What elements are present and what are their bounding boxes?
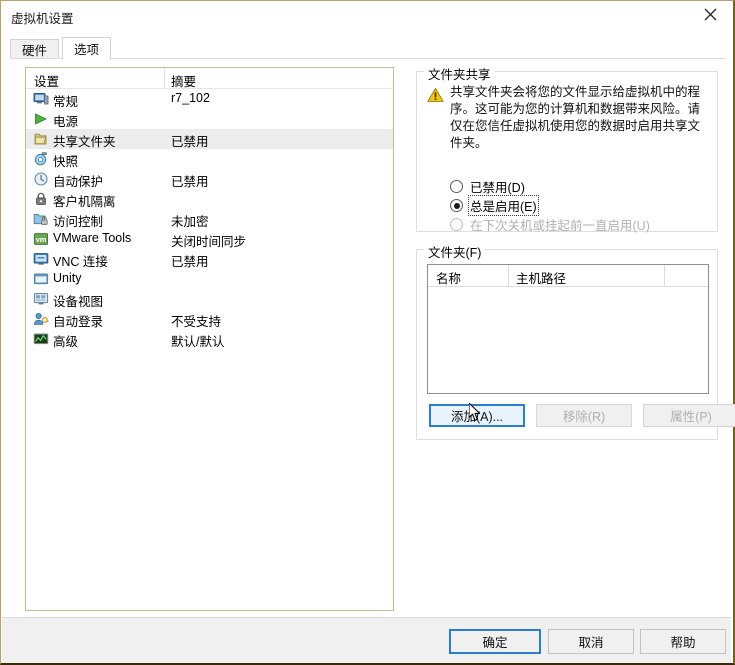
ok-button[interactable]: 确定: [449, 629, 541, 654]
folder-sharing-group-title: 文件夹共享: [424, 64, 495, 83]
settings-row-shared-folders[interactable]: 共享文件夹 已禁用: [26, 129, 393, 149]
add-folder-button-label: 添加(A)...: [450, 410, 504, 424]
close-icon[interactable]: [689, 1, 731, 28]
help-button[interactable]: 帮助: [640, 629, 726, 654]
settings-row-label: 常规: [53, 95, 79, 109]
options-tab-page: 设置 摘要 常规 r7_102 电源 共享文件夹 已禁用 快照 自动保护 已禁用…: [10, 58, 735, 616]
settings-row-label: 高级: [53, 335, 79, 349]
settings-row-autologin[interactable]: 自动登录 不受支持: [26, 309, 393, 329]
column-header-summary: 摘要: [171, 75, 197, 89]
tab-strip: 硬件 选项: [10, 37, 726, 60]
lock-icon: [33, 191, 49, 207]
folder-sharing-warning-text: 共享文件夹会将您的文件显示给虚拟机中的程序。这可能为您的计算机和数据带来风险。请…: [450, 85, 701, 150]
remove-folder-button: 移除(R): [536, 404, 632, 427]
folders-column-name[interactable]: 名称: [436, 268, 461, 287]
folder-sharing-group: 文件夹共享 共享文件夹会将您的文件显示给虚拟机中的程序。这可能为您的计算机和数据…: [416, 64, 718, 234]
radio-sharing-until-shutdown-label: 在下次关机或挂起前一直启用(U): [470, 219, 650, 233]
radio-sharing-disabled-label: 已禁用(D): [470, 181, 525, 195]
column-divider[interactable]: [508, 265, 509, 286]
power-play-icon: [33, 111, 49, 127]
settings-row-summary: 默认/默认: [171, 335, 225, 349]
settings-row-label: 电源: [53, 115, 79, 129]
warning-icon: [427, 87, 444, 103]
options-detail-panel: 文件夹共享 共享文件夹会将您的文件显示给虚拟机中的程序。这可能为您的计算机和数据…: [408, 59, 735, 616]
settings-row-summary: 已禁用: [171, 135, 209, 149]
tab-options[interactable]: 选项: [62, 37, 112, 60]
column-divider: [164, 68, 165, 88]
tab-hardware-label: 硬件: [22, 44, 48, 58]
tab-hardware[interactable]: 硬件: [10, 39, 60, 59]
device-view-icon: [33, 291, 49, 307]
folder-properties-button: 属性(P): [643, 404, 735, 427]
monitor-icon: [33, 91, 49, 107]
window-title: 虚拟机设置: [11, 12, 74, 26]
vnc-icon: [33, 251, 49, 267]
settings-row-snapshot[interactable]: 快照: [26, 149, 393, 169]
ok-button-label: 确定: [482, 636, 508, 650]
settings-row-label: 自动登录: [53, 315, 104, 329]
radio-sharing-always-enabled-label: 总是启用(E): [468, 195, 539, 216]
settings-row-vmware-tools[interactable]: vm VMware Tools 关闭时间同步: [26, 229, 393, 249]
settings-row-summary: r7_102: [171, 91, 210, 105]
settings-row-power[interactable]: 电源: [26, 109, 393, 129]
autologin-icon: [33, 311, 49, 327]
title-bar: 虚拟机设置: [1, 1, 733, 30]
settings-row-unity[interactable]: Unity: [26, 269, 393, 289]
radio-sharing-disabled[interactable]: 已禁用(D): [450, 177, 526, 196]
advanced-icon: [33, 331, 49, 347]
settings-row-device-view[interactable]: 设备视图: [26, 289, 393, 309]
vmware-tools-icon: vm: [33, 231, 49, 247]
settings-row-label: VNC 连接: [53, 255, 108, 269]
radio-sharing-until-shutdown: 在下次关机或挂起前一直启用(U): [450, 215, 651, 234]
column-header-setting: 设置: [34, 75, 60, 89]
settings-row-general[interactable]: 常规 r7_102: [26, 89, 393, 109]
add-folder-button[interactable]: 添加(A)...: [429, 404, 525, 427]
folders-listbox-header: 名称 主机路径: [428, 265, 708, 287]
cancel-button[interactable]: 取消: [548, 629, 634, 654]
settings-row-summary: 不受支持: [171, 315, 222, 329]
tab-options-label: 选项: [74, 43, 100, 57]
settings-row-label: 设备视图: [53, 295, 104, 309]
settings-row-label: 共享文件夹: [53, 135, 116, 149]
settings-row-label: Unity: [53, 271, 82, 285]
folders-column-host-path[interactable]: 主机路径: [516, 268, 566, 287]
folders-group-title: 文件夹(F): [424, 242, 486, 261]
radio-mark: [450, 218, 463, 231]
settings-row-label: VMware Tools: [53, 231, 132, 245]
settings-row-label: 客户机隔离: [53, 195, 116, 209]
settings-row-advanced[interactable]: 高级 默认/默认: [26, 329, 393, 349]
folders-listbox[interactable]: 名称 主机路径: [427, 264, 709, 394]
radio-sharing-always-enabled[interactable]: 总是启用(E): [450, 195, 539, 216]
folders-group: 文件夹(F) 名称 主机路径 添加(A)... 移除(R) 属性(P): [416, 242, 735, 440]
settings-row-vnc[interactable]: VNC 连接 已禁用: [26, 249, 393, 269]
remove-folder-button-label: 移除(R): [562, 410, 606, 424]
vm-settings-dialog: 虚拟机设置 硬件 选项 设置 摘要 常规 r7_102 电源 共享文件夹 已禁用…: [0, 0, 735, 665]
shared-folder-icon: [33, 131, 49, 147]
settings-row-label: 快照: [53, 155, 79, 169]
settings-row-label: 访问控制: [53, 215, 104, 229]
unity-icon: [33, 271, 49, 287]
settings-row-summary: 关闭时间同步: [171, 235, 247, 249]
help-button-label: 帮助: [670, 636, 696, 650]
settings-row-access-control[interactable]: 访问控制 未加密: [26, 209, 393, 229]
settings-row-guest-isolation[interactable]: 客户机隔离: [26, 189, 393, 209]
cancel-button-label: 取消: [578, 636, 604, 650]
svg-text:vm: vm: [36, 235, 47, 244]
autoprotect-icon: [33, 171, 49, 187]
column-divider[interactable]: [664, 265, 665, 286]
settings-row-label: 自动保护: [53, 175, 104, 189]
folder-properties-button-label: 属性(P): [670, 410, 712, 424]
radio-mark: [450, 180, 463, 193]
radio-mark: [450, 199, 463, 212]
settings-row-summary: 已禁用: [171, 175, 209, 189]
snapshot-icon: [33, 151, 49, 167]
settings-row-summary: 未加密: [171, 215, 209, 229]
settings-row-summary: 已禁用: [171, 255, 209, 269]
settings-row-autoprotect[interactable]: 自动保护 已禁用: [26, 169, 393, 189]
settings-list-header: 设置 摘要: [26, 68, 393, 89]
settings-list[interactable]: 设置 摘要 常规 r7_102 电源 共享文件夹 已禁用 快照 自动保护 已禁用…: [25, 67, 394, 611]
access-control-icon: [33, 211, 49, 227]
dialog-button-bar: 确定 取消 帮助: [2, 617, 731, 663]
